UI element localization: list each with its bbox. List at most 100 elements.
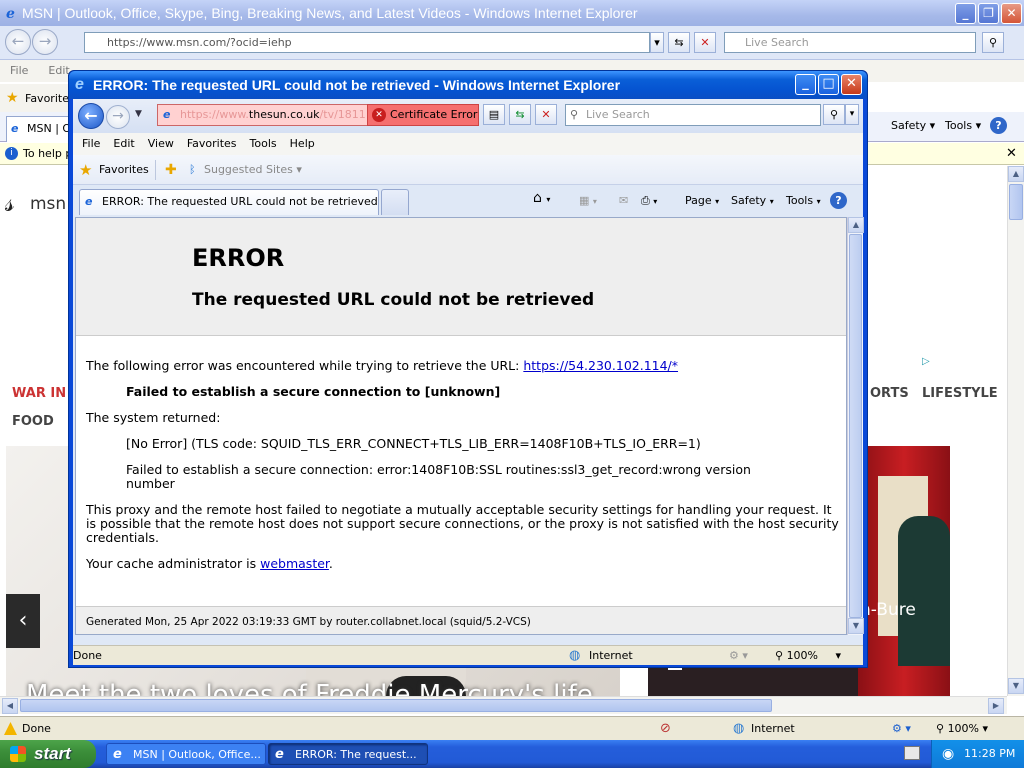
scroll-thumb[interactable] bbox=[1009, 184, 1023, 220]
bg-stop-button[interactable]: ✕ bbox=[694, 32, 716, 53]
scroll-up-button[interactable]: ▲ bbox=[1008, 166, 1024, 182]
menu-help[interactable]: Help bbox=[290, 133, 315, 155]
bg-address-bar[interactable]: https://www.msn.com/?ocid=iehp bbox=[84, 32, 650, 53]
menu-tools[interactable]: Tools bbox=[250, 133, 277, 155]
tab-error[interactable]: e ERROR: The requested URL could not be … bbox=[79, 189, 379, 215]
scroll-down-button[interactable]: ▼ bbox=[1008, 678, 1024, 694]
stop-button[interactable]: ✕ bbox=[535, 104, 557, 125]
compatibility-view-button[interactable]: ▤ bbox=[483, 104, 505, 125]
feeds-icon[interactable]: ▦ ▾ bbox=[579, 192, 597, 211]
admin-suffix: . bbox=[328, 556, 333, 571]
taskbar-item-msn[interactable]: e MSN | Outlook, Office... bbox=[106, 743, 266, 765]
tools-menu[interactable]: Tools ▾ bbox=[786, 192, 821, 211]
scroll-up-button[interactable]: ▲ bbox=[848, 217, 864, 233]
page-menu[interactable]: Page ▾ bbox=[685, 192, 719, 211]
bg-info-close-icon[interactable]: ✕ bbox=[1006, 143, 1017, 165]
suggested-sites-button[interactable]: Suggested Sites ▾ bbox=[204, 155, 302, 185]
home-icon[interactable]: ⌂ ▾ bbox=[533, 189, 550, 209]
safety-menu[interactable]: Safety ▾ bbox=[731, 192, 774, 211]
bg-horizontal-scrollbar[interactable]: ◀ ▶ bbox=[0, 696, 1007, 714]
proxy-explanation: This proxy and the remote host failed to… bbox=[86, 502, 839, 545]
bg-vertical-scrollbar[interactable]: ▲ ▼ bbox=[1007, 166, 1024, 696]
warning-icon bbox=[4, 722, 17, 735]
ie-icon: e bbox=[75, 76, 84, 93]
menu-file[interactable]: File bbox=[82, 133, 100, 155]
mail-icon[interactable]: ✉ bbox=[619, 192, 628, 210]
bg-info-text[interactable]: To help p bbox=[23, 143, 72, 165]
bg-forward-button[interactable]: → bbox=[32, 29, 58, 55]
ad-choice-icon[interactable]: ▷ bbox=[922, 356, 930, 367]
bg-window-title: e MSN | Outlook, Office, Skype, Bing, Br… bbox=[0, 0, 1024, 26]
page-content: ERROR The requested URL could not be ret… bbox=[75, 217, 847, 635]
search-input[interactable]: ⚲ Live Search bbox=[565, 104, 821, 126]
nav-lifestyle-link[interactable]: LIFESTYLE bbox=[922, 386, 998, 401]
bg-safety-menu[interactable]: Safety ▾ bbox=[891, 119, 935, 132]
bg-tools-menu[interactable]: Tools ▾ bbox=[945, 119, 981, 132]
bg-tab-msn[interactable]: e MSN | O bbox=[6, 116, 70, 142]
hscroll-thumb[interactable] bbox=[20, 699, 772, 712]
tools-menu-label: Tools bbox=[786, 194, 814, 207]
help-icon[interactable]: ? bbox=[990, 117, 1007, 134]
forward-button[interactable]: → bbox=[106, 105, 130, 129]
bg-navigation-bar: ← → https://www.msn.com/?ocid=iehp ▾ ⇆ ✕… bbox=[0, 26, 1024, 60]
page-menu-label: Page bbox=[685, 194, 712, 207]
add-favorite-icon[interactable]: ✚ bbox=[165, 155, 177, 185]
nav-food-link[interactable]: FOOD bbox=[12, 414, 54, 429]
vertical-scrollbar[interactable]: ▲ ▼ bbox=[847, 217, 864, 635]
bg-menu-file[interactable]: File bbox=[10, 64, 28, 77]
keyboard-icon[interactable] bbox=[904, 746, 920, 760]
bg-maximize-button[interactable]: ❐ bbox=[978, 3, 999, 24]
scroll-thumb[interactable] bbox=[849, 234, 862, 618]
search-options-button[interactable]: ▾ bbox=[845, 104, 859, 125]
bg-zoom-control[interactable]: ⚲ 100% ▾ bbox=[936, 717, 988, 741]
bg-minimize-button[interactable]: _ bbox=[955, 3, 976, 24]
bg-address-dropdown[interactable]: ▾ bbox=[650, 32, 664, 53]
ie-icon: e bbox=[113, 747, 122, 762]
maximize-button[interactable]: □ bbox=[818, 74, 839, 95]
address-bar[interactable]: e https://www.thesun.co.uk/tv/1811 bbox=[157, 104, 369, 126]
blocked-icon[interactable]: ⊘ bbox=[660, 717, 671, 741]
nav-sports-link[interactable]: ORTS bbox=[870, 386, 909, 401]
tab-error-label: ERROR: The requested URL could not be re… bbox=[102, 195, 378, 208]
back-button[interactable]: ← bbox=[78, 103, 104, 129]
menu-view[interactable]: View bbox=[148, 133, 174, 155]
failed-message: Failed to establish a secure connection … bbox=[126, 384, 501, 399]
clock[interactable]: 11:28 PM bbox=[964, 740, 1015, 768]
minimize-button[interactable]: _ bbox=[795, 74, 816, 95]
close-button[interactable]: ✕ bbox=[841, 74, 862, 95]
headline-text[interactable]: Meet the two loves of Freddie Mercury's … bbox=[26, 680, 593, 696]
zoom-control[interactable]: ⚲ 100% ▾ bbox=[775, 646, 841, 666]
window-title-bar[interactable]: e ERROR: The requested URL could not be … bbox=[69, 71, 867, 99]
bg-back-button[interactable]: ← bbox=[5, 29, 31, 55]
menu-favorites[interactable]: Favorites bbox=[187, 133, 237, 155]
network-icon[interactable]: ◉ bbox=[942, 740, 954, 768]
start-button[interactable]: start bbox=[0, 740, 96, 768]
taskbar-item-error[interactable]: e ERROR: The request... bbox=[268, 743, 428, 765]
error-url-link[interactable]: https://54.230.102.114/* bbox=[523, 358, 678, 373]
print-icon[interactable]: ⎙ ▾ bbox=[641, 192, 657, 211]
history-dropdown-icon[interactable]: ▼ bbox=[135, 109, 142, 119]
figure-shape bbox=[898, 516, 950, 666]
scroll-right-button[interactable]: ▶ bbox=[988, 698, 1004, 714]
bg-search-input[interactable]: Live Search bbox=[724, 32, 976, 53]
ie-icon: e bbox=[275, 747, 284, 762]
error-subheading: The requested URL could not be retrieved bbox=[192, 290, 595, 310]
scroll-down-button[interactable]: ▼ bbox=[848, 618, 864, 634]
bg-menu-edit[interactable]: Edit bbox=[48, 64, 69, 77]
search-button[interactable]: ⚲ bbox=[823, 104, 845, 125]
webmaster-link[interactable]: webmaster bbox=[260, 556, 329, 571]
refresh-button[interactable]: ⇆ bbox=[509, 104, 531, 125]
bg-close-button[interactable]: ✕ bbox=[1001, 3, 1022, 24]
new-tab-button[interactable] bbox=[381, 189, 409, 215]
protected-mode-icon[interactable]: ⚙ ▾ bbox=[892, 717, 911, 741]
carousel-prev-button[interactable]: ‹ bbox=[6, 594, 40, 648]
favorites-button[interactable]: Favorites bbox=[99, 155, 149, 185]
bg-search-button[interactable]: ⚲ bbox=[982, 32, 1004, 53]
protected-mode-icon[interactable]: ⚙ ▾ bbox=[729, 646, 748, 666]
scroll-left-button[interactable]: ◀ bbox=[2, 698, 18, 714]
menu-edit[interactable]: Edit bbox=[113, 133, 134, 155]
help-icon[interactable]: ? bbox=[830, 192, 847, 209]
bg-refresh-button[interactable]: ⇆ bbox=[668, 32, 690, 53]
system-returned-label: The system returned: bbox=[86, 410, 221, 425]
certificate-error-button[interactable]: ✕ Certificate Error bbox=[367, 104, 479, 126]
